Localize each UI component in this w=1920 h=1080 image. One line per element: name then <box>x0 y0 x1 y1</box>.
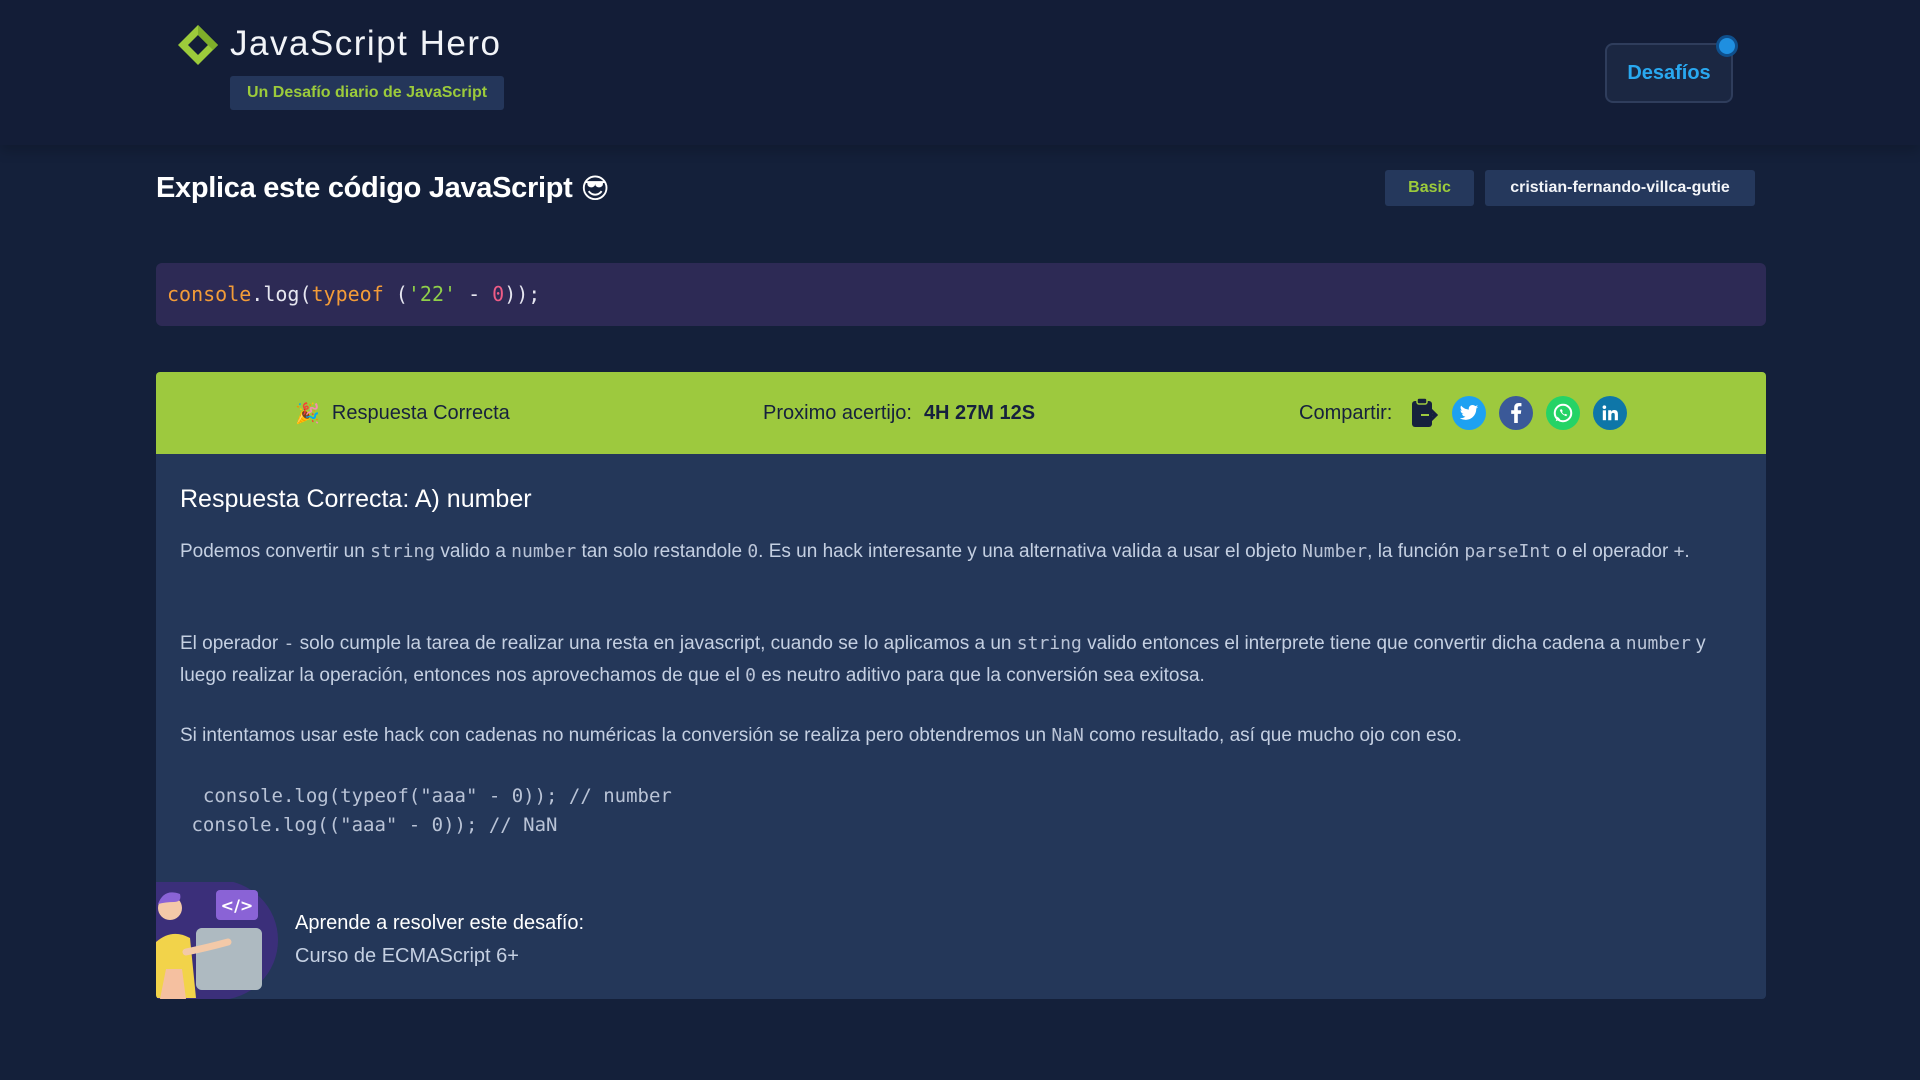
text-span: Si intentamos usar este hack con cadenas… <box>180 725 1052 746</box>
share-section: Compartir: <box>1299 372 1628 454</box>
inline-code: - <box>283 633 295 654</box>
correct-status: 🎉 Respuesta Correcta <box>295 372 510 454</box>
result-status-bar: 🎉 Respuesta Correcta Proximo acertijo: 4… <box>156 372 1766 454</box>
brand-subtitle: Un Desafío diario de JavaScript <box>230 76 505 110</box>
top-header: JavaScript Hero Un Desafío diario de Jav… <box>0 0 1920 145</box>
facebook-icon[interactable] <box>1499 396 1534 430</box>
course-illustration[interactable]: </> <box>156 882 278 999</box>
text-span: tan solo restandole <box>576 541 748 562</box>
next-riddle-time: 4H 27M 12S <box>923 401 1036 424</box>
twitter-icon[interactable] <box>1452 396 1487 430</box>
code-token: 0 <box>492 282 505 306</box>
code-token: ( <box>383 282 408 306</box>
logo-icon[interactable] <box>175 22 221 68</box>
whatsapp-icon[interactable] <box>1546 396 1581 430</box>
code-token: - <box>456 282 493 306</box>
result-panel: 🎉 Respuesta Correcta Proximo acertijo: 4… <box>156 372 1766 999</box>
challenges-button[interactable]: Desafíos <box>1605 43 1733 103</box>
inline-code: string <box>1016 633 1082 654</box>
level-tag: Basic <box>1385 170 1474 206</box>
example-code-line: console.log(typeof("aaa" - 0)); // numbe… <box>180 785 672 807</box>
inline-code: 0 <box>747 541 759 562</box>
text-span: valido a <box>435 541 512 562</box>
code-token: .log( <box>251 282 312 306</box>
code-token: console <box>167 282 252 306</box>
notification-dot <box>1716 35 1738 57</box>
sunglasses-emoji-icon: 😎 <box>580 173 610 204</box>
author-tag[interactable]: cristian-fernando-villca-gutie <box>1485 170 1755 206</box>
party-popper-icon: 🎉 <box>295 402 320 425</box>
text-span: valido entonces el interprete tiene que … <box>1081 633 1626 654</box>
text-span: es neutro aditivo para que la conversión… <box>755 665 1205 686</box>
inline-code: number <box>511 541 577 562</box>
svg-text:</>: </> <box>221 896 254 915</box>
course-label: Aprende a resolver este desafío: <box>295 912 585 934</box>
course-link[interactable]: Curso de ECMAScript 6+ <box>295 945 519 968</box>
example-code-line: console.log(("aaa" - 0)); // NaN <box>180 814 558 836</box>
inline-code: NaN <box>1051 725 1084 746</box>
challenge-code-block: console.log(typeof ('22' - 0)); <box>156 263 1766 326</box>
brand-title[interactable]: JavaScript Hero <box>230 24 501 64</box>
text-span: . <box>1684 541 1690 562</box>
next-riddle-label: Proximo acertijo: <box>763 401 912 424</box>
page-title: Explica este código JavaScript 😎 <box>156 172 610 205</box>
text-span: o el operador <box>1551 541 1674 562</box>
text-span: El operador <box>180 633 284 654</box>
code-token: '22' <box>407 282 457 306</box>
example-code-block: console.log(typeof("aaa" - 0)); // numbe… <box>180 782 672 840</box>
code-token: typeof <box>311 282 384 306</box>
inline-code: number <box>1625 633 1691 654</box>
text-span: como resultado, así que mucho ojo con es… <box>1083 725 1462 746</box>
share-label: Compartir: <box>1299 401 1393 424</box>
text-span: . Es un hack interesante y una alternati… <box>758 541 1303 562</box>
status-text: Respuesta Correcta <box>331 401 510 424</box>
inline-code: string <box>370 541 436 562</box>
answer-title: Respuesta Correcta: A) number <box>180 485 532 513</box>
inline-code: parseInt <box>1464 541 1552 562</box>
explanation-paragraph: Si intentamos usar este hack con cadenas… <box>180 720 1720 752</box>
clipboard-icon[interactable] <box>1409 396 1439 430</box>
explanation-paragraph: El operador - solo cumple la tarea de re… <box>180 628 1720 692</box>
linkedin-icon[interactable] <box>1593 396 1628 430</box>
text-span: Podemos convertir un <box>180 541 371 562</box>
inline-code: 0 <box>745 665 756 686</box>
next-riddle-countdown: Proximo acertijo: 4H 27M 12S <box>763 372 1035 454</box>
explanation-paragraph: Podemos convertir un string valido a num… <box>180 536 1720 568</box>
text-span: solo cumple la tarea de realizar una res… <box>294 633 1017 654</box>
code-token: )); <box>504 282 541 306</box>
inline-code: Number <box>1302 541 1368 562</box>
text-span: , la función <box>1367 541 1465 562</box>
page-title-text: Explica este código JavaScript <box>156 172 573 204</box>
inline-code: + <box>1673 541 1685 562</box>
